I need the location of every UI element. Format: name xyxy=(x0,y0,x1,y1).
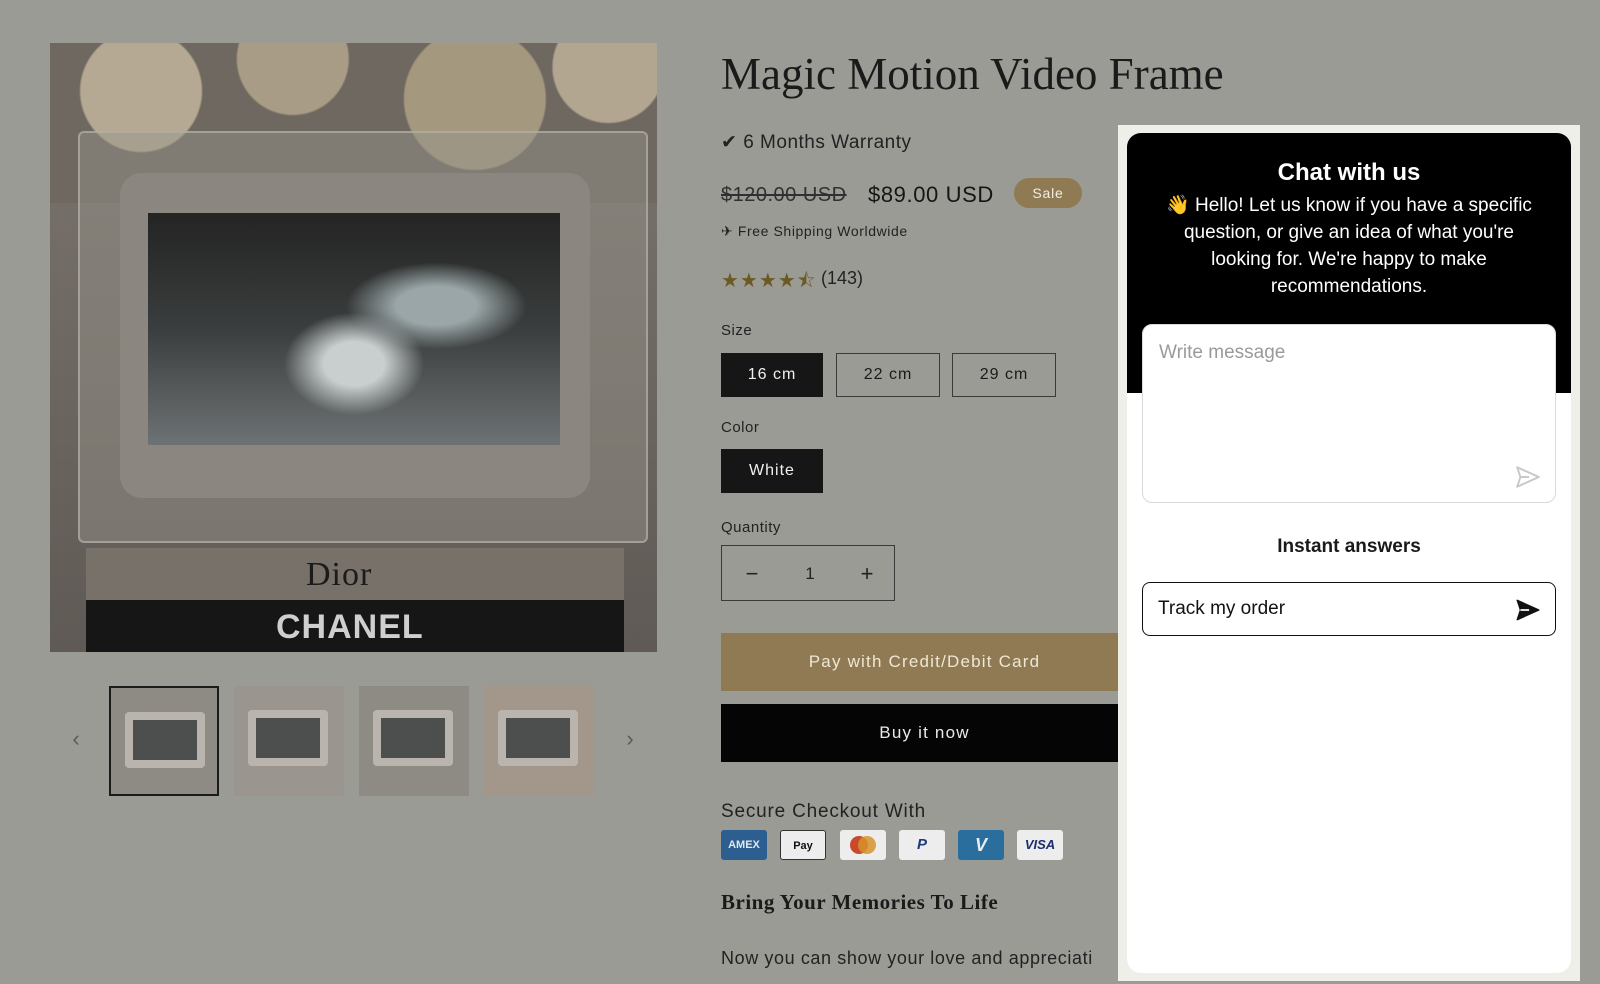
secure-checkout-label: Secure Checkout With xyxy=(721,801,927,822)
thumbnail-3[interactable] xyxy=(359,686,469,796)
product-title: Magic Motion Video Frame xyxy=(721,49,1224,99)
compare-price: $120.00 USD xyxy=(721,184,847,206)
chat-title: Chat with us xyxy=(1277,159,1421,186)
rating-stars-icon[interactable]: ★★★★⯪ xyxy=(721,266,817,300)
track-order-label: Track my order xyxy=(1158,598,1286,619)
shipping-text: ✈ Free Shipping Worldwide xyxy=(721,223,908,239)
mastercard-circles-icon xyxy=(850,836,876,854)
product-description: Now you can show your love and appreciat… xyxy=(721,948,1093,968)
visa-icon: VISA xyxy=(1017,830,1063,860)
size-label: Size xyxy=(721,322,753,339)
venmo-icon: V xyxy=(958,830,1004,860)
video-frame-screen xyxy=(148,213,560,445)
next-thumbnail-arrow[interactable]: › xyxy=(620,724,640,754)
chat-greeting: 👋 Hello! Let us know if you have a speci… xyxy=(1166,195,1532,297)
size-option-16cm[interactable]: 16 cm xyxy=(721,353,823,397)
message-box[interactable] xyxy=(1142,324,1556,503)
main-product-image[interactable]: Dior CHANEL xyxy=(50,43,657,652)
prev-thumbnail-arrow[interactable]: ‹ xyxy=(66,724,86,754)
sale-price: $89.00 USD xyxy=(868,182,994,207)
warranty-text: ✔ 6 Months Warranty xyxy=(721,132,912,153)
product-page: Dior CHANEL ‹ › Magic Motion Video Frame… xyxy=(0,0,1600,984)
books-stack: Dior CHANEL xyxy=(86,548,624,652)
thumbnail-image xyxy=(248,710,328,766)
quantity-stepper: − 1 + xyxy=(721,545,895,601)
quantity-decrease-button[interactable]: − xyxy=(732,556,772,592)
track-order-button[interactable]: Track my order xyxy=(1142,582,1556,636)
size-option-22cm[interactable]: 22 cm xyxy=(836,353,940,397)
pay-with-card-button[interactable]: Pay with Credit/Debit Card xyxy=(721,633,1128,691)
chat-widget: Chat with us 👋 Hello! Let us know if you… xyxy=(1127,133,1571,973)
thumbnail-image xyxy=(373,710,453,766)
send-message-icon[interactable] xyxy=(1515,464,1541,490)
apple-pay-icon: Pay xyxy=(780,830,826,860)
thumbnail-1[interactable] xyxy=(109,686,219,796)
thumbnail-image xyxy=(498,710,578,766)
send-icon xyxy=(1516,599,1540,621)
section-headline: Bring Your Memories To Life xyxy=(721,890,999,914)
quantity-label: Quantity xyxy=(721,519,781,536)
paypal-icon: P xyxy=(899,830,945,860)
size-option-29cm[interactable]: 29 cm xyxy=(952,353,1056,397)
instant-answers-heading: Instant answers xyxy=(1277,536,1421,557)
color-option-white[interactable]: White xyxy=(721,449,823,493)
book-chanel-title: CHANEL xyxy=(276,608,424,646)
quantity-increase-button[interactable]: + xyxy=(847,556,887,592)
quantity-input[interactable]: 1 xyxy=(790,556,830,592)
thumbnail-4[interactable] xyxy=(484,686,594,796)
amex-icon: AMEX xyxy=(721,830,767,860)
buy-it-now-button[interactable]: Buy it now xyxy=(721,704,1128,762)
review-count[interactable]: (143) xyxy=(821,268,863,289)
color-label: Color xyxy=(721,419,760,436)
message-input[interactable] xyxy=(1157,341,1491,365)
sale-badge: Sale xyxy=(1014,178,1082,208)
thumbnail-2[interactable] xyxy=(234,686,344,796)
thumbnail-image xyxy=(125,712,205,768)
mastercard-icon xyxy=(840,830,886,860)
book-dior-title: Dior xyxy=(306,556,373,593)
thumbnail-strip: ‹ › xyxy=(62,686,657,798)
